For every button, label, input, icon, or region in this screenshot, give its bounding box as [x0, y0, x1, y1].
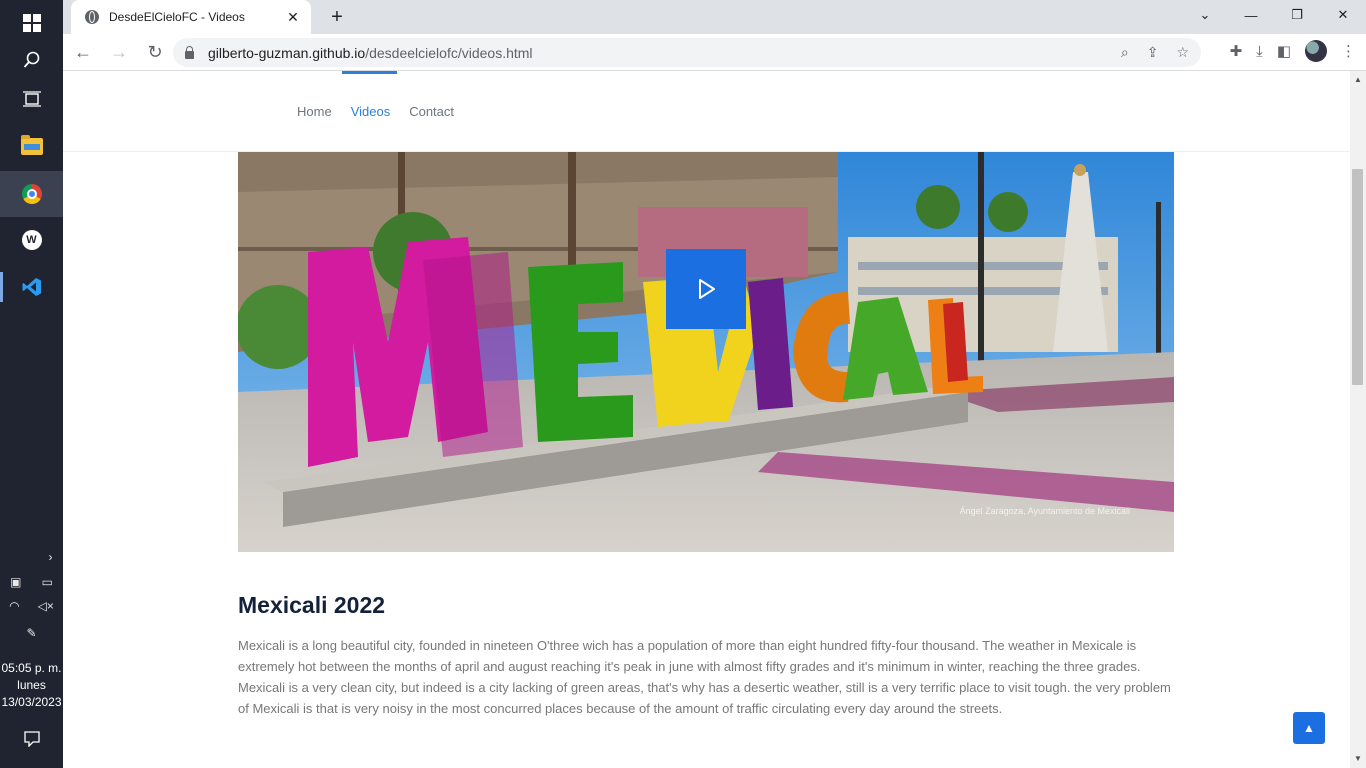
task-view-icon[interactable] — [0, 76, 63, 122]
page-viewport: Home Videos Contact Ángel Zaragoza, Ayun… — [63, 71, 1350, 768]
url-text: gilberto-guzman.github.io/desdeelcielofc… — [208, 45, 1121, 61]
close-tab-icon[interactable]: ✕ — [285, 9, 301, 26]
play-button[interactable] — [666, 249, 746, 329]
nav-videos[interactable]: Videos — [351, 104, 391, 119]
nav-home[interactable]: Home — [297, 104, 332, 119]
reload-button[interactable]: ↻ — [139, 36, 171, 68]
url-host: gilberto-guzman.github.io — [208, 44, 366, 61]
scroll-thumb[interactable] — [1352, 169, 1363, 385]
taskbar-clock[interactable]: 05:05 p. m. lunes 13/03/2023 — [0, 660, 63, 711]
mexicali-sign-photo — [238, 152, 1174, 552]
nav-contact[interactable]: Contact — [409, 104, 454, 119]
profile-avatar[interactable] — [1305, 40, 1327, 62]
page-scrollbar[interactable]: ▲ ▼ — [1350, 71, 1366, 768]
video-title: Mexicali 2022 — [238, 592, 386, 618]
photo-credit: Ángel Zaragoza, Ayuntamiento de Mexicali — [959, 506, 1130, 516]
new-tab-button[interactable]: + — [323, 4, 351, 30]
side-panel-icon[interactable]: ◧ — [1277, 42, 1291, 60]
video-description: Mexicali is a long beautiful city, found… — [238, 638, 1171, 716]
bookmark-star-icon[interactable]: ☆ — [1176, 44, 1189, 61]
back-to-top-button[interactable]: ▲ — [1293, 712, 1325, 744]
scroll-down-arrow[interactable]: ▼ — [1350, 752, 1366, 766]
tray-row-2: ◠ ◁× — [0, 599, 63, 613]
download-icon[interactable]: ⤓ — [1256, 43, 1263, 60]
tray-row-1: ▣ ▭ — [0, 575, 63, 589]
extensions-puzzle-icon[interactable]: ✚ — [1230, 42, 1243, 60]
app-w-icon[interactable]: W — [0, 217, 63, 263]
file-explorer-icon[interactable] — [0, 123, 63, 169]
close-window-button[interactable]: ✕ — [1320, 0, 1366, 30]
tab-strip: DesdeElCieloFC - Videos ✕ + ⌄ — ❐ ✕ — [63, 0, 1366, 34]
clock-time: 05:05 p. m. — [1, 661, 62, 675]
notifications-icon[interactable] — [0, 716, 63, 762]
windows-taskbar: W › ▣ ▭ ◠ ◁× ✎ 05:05 p. m. lunes 13/03/2… — [0, 0, 63, 768]
browser-tab[interactable]: DesdeElCieloFC - Videos ✕ — [71, 0, 311, 34]
url-path: /desdeelcielofc/videos.html — [365, 44, 533, 61]
menu-kebab-icon[interactable]: ⋮ — [1341, 42, 1356, 60]
browser-toolbar: ← → ↻ gilberto-guzman.github.io/desdeelc… — [63, 34, 1366, 71]
tab-search-chevron-icon[interactable]: ⌄ — [1182, 0, 1228, 30]
meet-now-icon[interactable]: ▣ — [10, 575, 21, 589]
pen-icon[interactable]: ✎ — [0, 626, 63, 640]
site-nav: Home Videos Contact — [297, 104, 454, 119]
vscode-icon[interactable] — [0, 264, 63, 310]
restore-button[interactable]: ❐ — [1274, 0, 1320, 30]
tab-title: DesdeElCieloFC - Videos — [109, 10, 245, 24]
globe-icon — [85, 10, 99, 24]
active-nav-indicator — [342, 71, 397, 74]
clock-date: 13/03/2023 — [1, 695, 62, 709]
video-thumbnail[interactable]: Ángel Zaragoza, Ayuntamiento de Mexicali — [238, 152, 1174, 552]
show-hidden-icons-chevron-icon[interactable]: › — [0, 550, 63, 564]
minimize-button[interactable]: — — [1228, 0, 1274, 30]
address-bar[interactable]: gilberto-guzman.github.io/desdeelcielofc… — [173, 38, 1201, 67]
scroll-up-arrow[interactable]: ▲ — [1350, 73, 1366, 87]
window-controls: ⌄ — ❐ ✕ — [1182, 0, 1366, 34]
chevron-up-icon: ▲ — [1303, 721, 1315, 735]
lock-icon[interactable] — [185, 45, 194, 59]
battery-icon[interactable]: ▭ — [42, 575, 53, 589]
share-icon[interactable]: ⇪ — [1147, 44, 1159, 61]
zoom-icon[interactable]: ⌕ — [1121, 44, 1129, 61]
play-icon — [699, 279, 715, 299]
wifi-icon[interactable]: ◠ — [9, 599, 19, 613]
volume-muted-icon[interactable]: ◁× — [38, 599, 54, 613]
chrome-icon[interactable] — [0, 171, 63, 217]
clock-day: lunes — [17, 678, 46, 692]
back-button[interactable]: ← — [67, 36, 99, 68]
forward-button[interactable]: → — [103, 36, 135, 68]
